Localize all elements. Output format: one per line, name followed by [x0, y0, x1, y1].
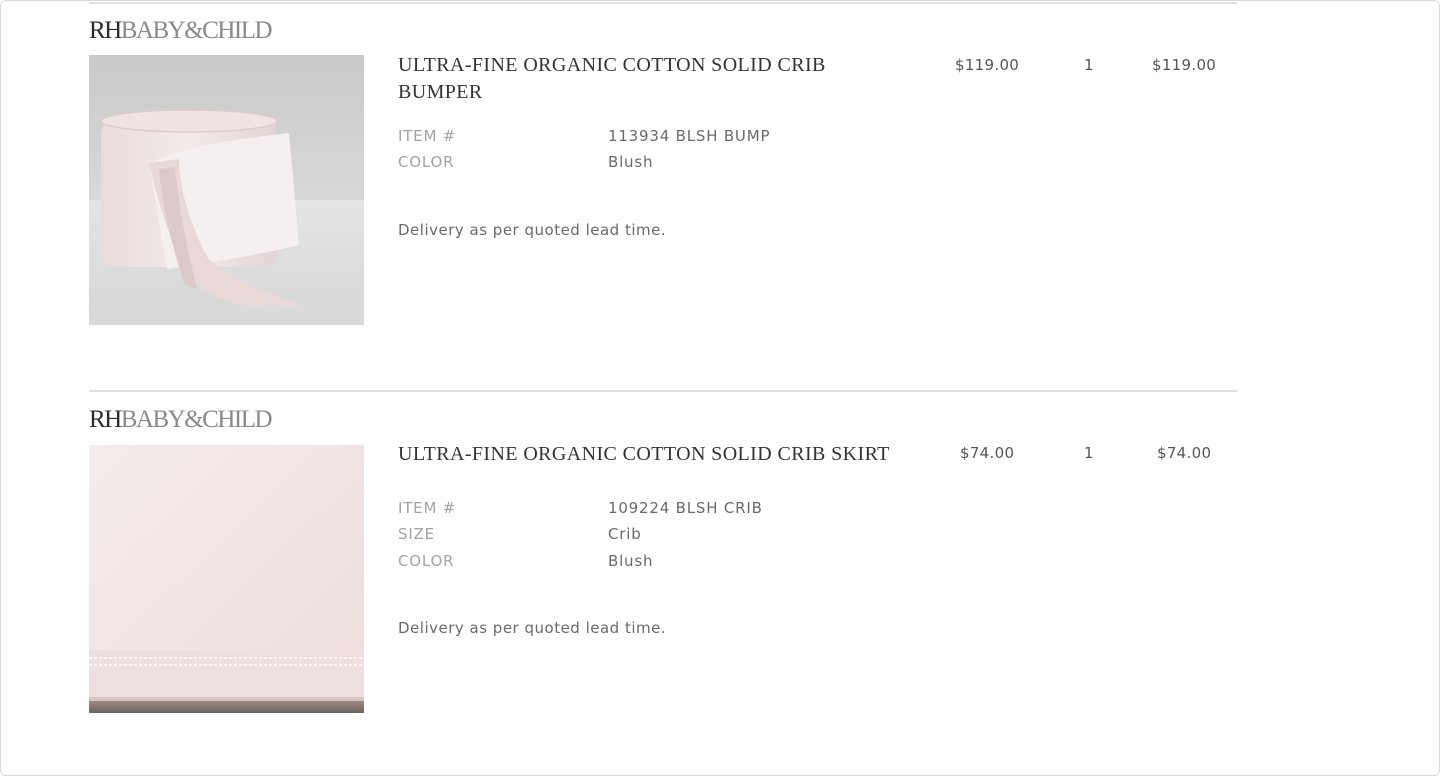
product-image-crib-skirt[interactable]: [89, 445, 364, 713]
top-divider: [89, 2, 1237, 4]
line-total: $119.00: [1152, 56, 1217, 74]
line-total: $74.00: [1157, 444, 1212, 462]
product-image-crib-bumper[interactable]: [89, 55, 364, 325]
quantity: 1: [1084, 56, 1094, 74]
unit-price: $74.00: [960, 444, 1015, 462]
color-label: COLOR: [398, 153, 455, 171]
size-label: SIZE: [398, 525, 435, 543]
color-label: COLOR: [398, 552, 455, 570]
color-value: Blush: [608, 153, 654, 171]
brand-logo: RHBABY&CHILD: [89, 17, 273, 44]
item-number-value: 113934 BLSH BUMP: [608, 127, 771, 145]
product-title[interactable]: ULTRA-FINE ORGANIC COTTON SOLID CRIB SKI…: [398, 441, 938, 468]
delivery-note: Delivery as per quoted lead time.: [398, 221, 667, 239]
delivery-note: Delivery as per quoted lead time.: [398, 619, 667, 637]
item-number-value: 109224 BLSH CRIB: [608, 499, 763, 517]
size-value: Crib: [608, 525, 642, 543]
item-number-label: ITEM #: [398, 499, 457, 517]
product-title[interactable]: ULTRA-FINE ORGANIC COTTON SOLID CRIB BUM…: [398, 52, 898, 106]
crib-skirt-photo: [89, 445, 364, 713]
unit-price: $119.00: [955, 56, 1020, 74]
quantity: 1: [1084, 444, 1094, 462]
brand-logo: RHBABY&CHILD: [89, 406, 273, 433]
item-number-label: ITEM #: [398, 127, 457, 145]
item-divider: [89, 390, 1237, 392]
color-value: Blush: [608, 552, 654, 570]
crib-bumper-photo: [89, 55, 364, 325]
